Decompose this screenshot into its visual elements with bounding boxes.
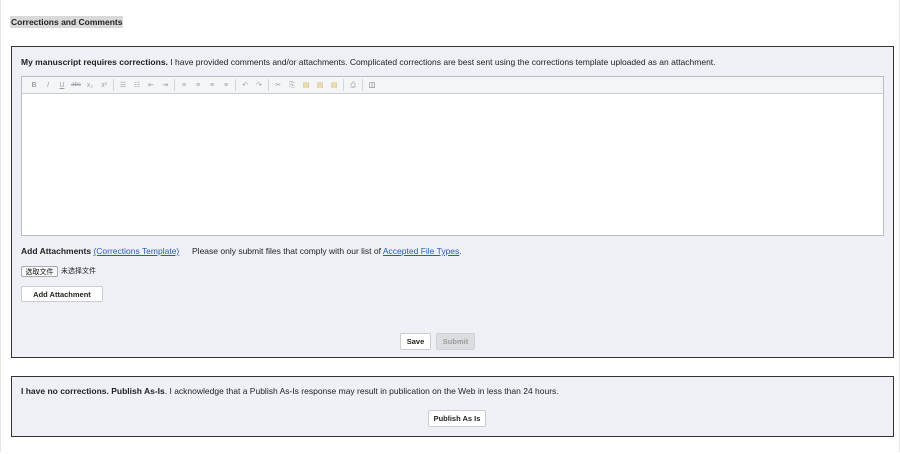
align-center-icon[interactable]: ≡ <box>192 79 204 91</box>
publish-heading: I have no corrections. Publish As-Is. I … <box>21 386 559 396</box>
accepted-file-types-link[interactable]: Accepted File Types <box>383 246 459 256</box>
align-right-icon[interactable]: ≡ <box>206 79 218 91</box>
paste-icon[interactable]: ▤ <box>300 79 312 91</box>
underline-icon[interactable]: U <box>56 79 68 91</box>
bold-icon[interactable]: B <box>28 79 40 91</box>
editor-toolbar: B I U abc x₂ x² ☰ ☷ ⇤ ⇥ ≡ ≡ ≡ ≡ ↶ ↷ ✂ ⎘ … <box>22 77 883 94</box>
print-icon[interactable]: ⎙ <box>347 79 359 91</box>
corrections-heading: My manuscript requires corrections. I ha… <box>21 57 716 67</box>
bulleted-list-icon[interactable]: ☰ <box>117 79 129 91</box>
justify-icon[interactable]: ≡ <box>220 79 232 91</box>
toolbar-group-source: ◫ <box>363 79 381 91</box>
publish-as-is-button[interactable]: Publish As Is <box>428 410 486 427</box>
save-button[interactable]: Save <box>400 333 431 350</box>
corrections-template-link[interactable]: (Corrections Template) <box>93 246 179 256</box>
redo-icon[interactable]: ↷ <box>253 79 265 91</box>
undo-icon[interactable]: ↶ <box>239 79 251 91</box>
strikethrough-icon[interactable]: abc <box>70 79 82 91</box>
section-title: Corrections and Comments <box>10 16 124 28</box>
copy-icon[interactable]: ⎘ <box>286 79 298 91</box>
rich-text-editor: B I U abc x₂ x² ☰ ☷ ⇤ ⇥ ≡ ≡ ≡ ≡ ↶ ↷ ✂ ⎘ … <box>21 76 884 236</box>
subscript-icon[interactable]: x₂ <box>84 79 96 91</box>
attachments-label: Add Attachments <box>21 246 92 256</box>
paste-from-word-icon[interactable]: ▤ <box>328 79 340 91</box>
toolbar-group-format: B I U abc x₂ x² <box>25 79 114 91</box>
publish-heading-text: . I acknowledge that a Publish As-Is res… <box>164 386 559 396</box>
file-types-period: . <box>459 246 462 256</box>
superscript-icon[interactable]: x² <box>98 79 110 91</box>
choose-file-button[interactable]: 选取文件 <box>21 266 58 277</box>
paste-text-icon[interactable]: ▤ <box>314 79 326 91</box>
italic-icon[interactable]: I <box>42 79 54 91</box>
publish-as-is-panel: I have no corrections. Publish As-Is. I … <box>11 376 894 437</box>
toolbar-group-clipboard: ✂ ⎘ ▤ ▤ ▤ <box>269 79 344 91</box>
publish-heading-bold: I have no corrections. Publish As-Is <box>21 386 165 396</box>
toolbar-group-align: ≡ ≡ ≡ ≡ <box>175 79 236 91</box>
toolbar-group-history: ↶ ↷ <box>236 79 269 91</box>
corrections-panel: My manuscript requires corrections. I ha… <box>11 46 894 358</box>
source-icon[interactable]: ◫ <box>366 79 378 91</box>
file-types-text: Please only submit files that comply wit… <box>192 246 381 256</box>
toolbar-group-print: ⎙ <box>344 79 363 91</box>
attachments-row: Add Attachments (Corrections Template) P… <box>21 246 462 256</box>
corrections-heading-text: I have provided comments and/or attachme… <box>167 57 716 67</box>
indent-icon[interactable]: ⇥ <box>159 79 171 91</box>
add-attachment-button[interactable]: Add Attachment <box>21 286 103 302</box>
no-file-chosen-text: 未选择文件 <box>61 268 96 275</box>
outdent-icon[interactable]: ⇤ <box>145 79 157 91</box>
numbered-list-icon[interactable]: ☷ <box>131 79 143 91</box>
cut-icon[interactable]: ✂ <box>272 79 284 91</box>
corrections-heading-bold: My manuscript requires corrections. <box>21 57 168 67</box>
align-left-icon[interactable]: ≡ <box>178 79 190 91</box>
toolbar-group-lists: ☰ ☷ ⇤ ⇥ <box>114 79 175 91</box>
editor-text-area[interactable] <box>22 94 883 235</box>
submit-button[interactable]: Submit <box>436 333 475 350</box>
